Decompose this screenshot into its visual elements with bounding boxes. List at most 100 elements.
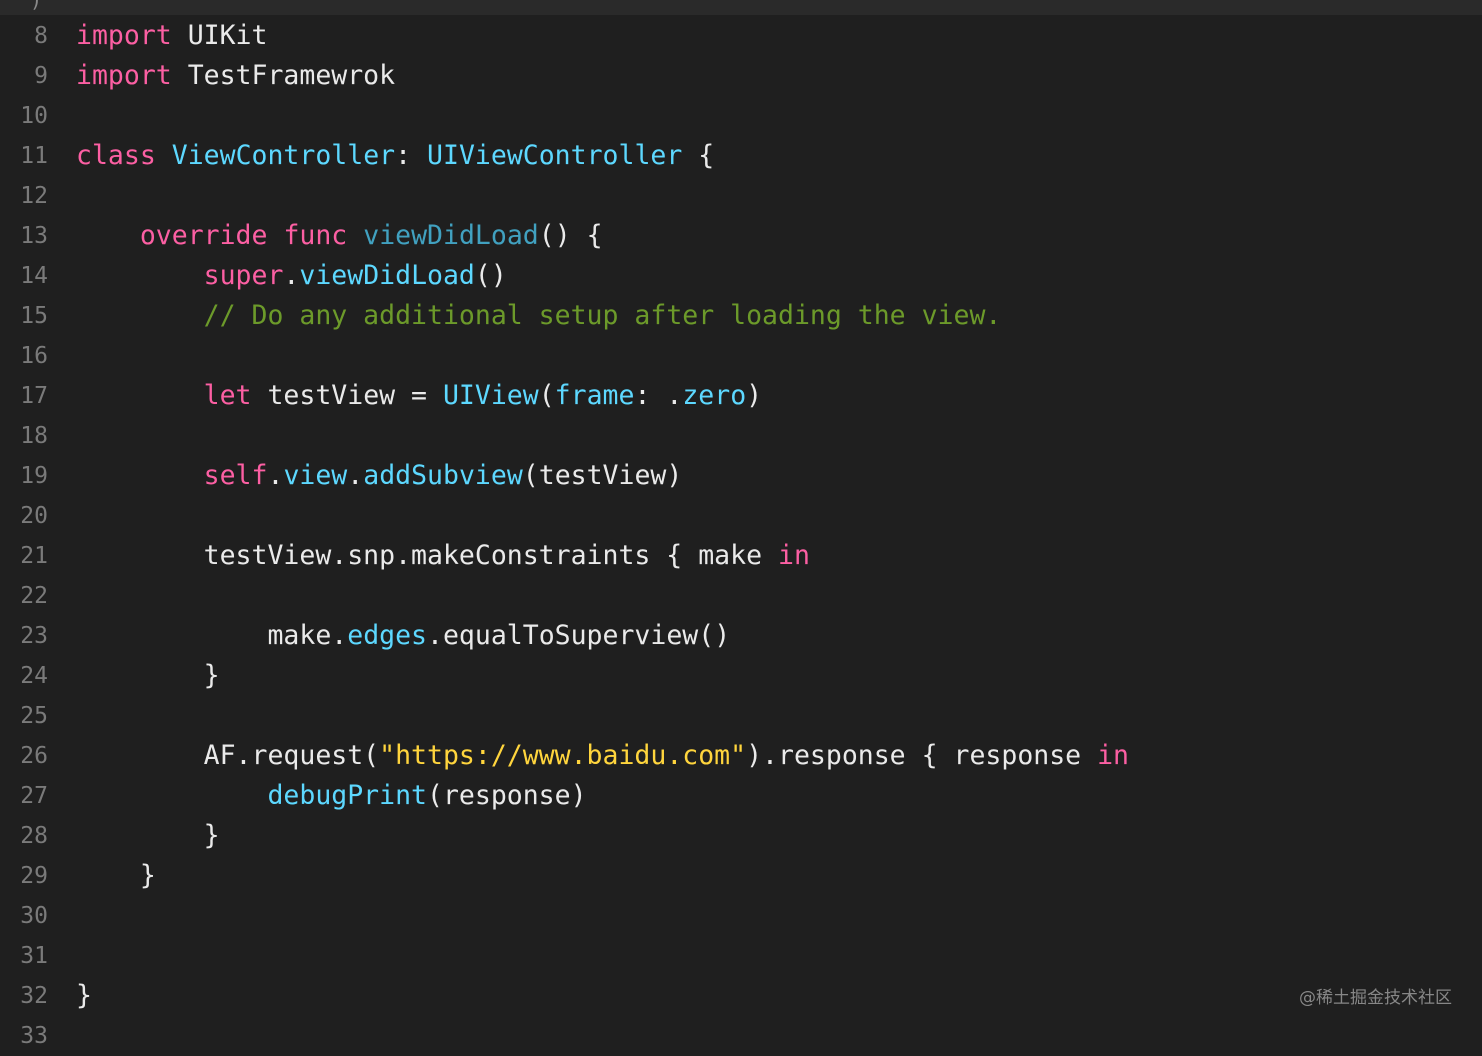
code-text[interactable]: super.viewDidLoad(): [76, 256, 507, 296]
code-line[interactable]: 23 make.edges.equalToSuperview(): [0, 616, 1482, 656]
line-number: 17: [20, 383, 48, 409]
code-text[interactable]: // Do any additional setup after loading…: [76, 296, 1002, 336]
code-line[interactable]: 19 self.view.addSubview(testView): [0, 456, 1482, 496]
line-number: 13: [20, 223, 48, 249]
code-token: func: [283, 220, 348, 251]
code-token: (response): [427, 780, 587, 811]
code-text[interactable]: let testView = UIView(frame: .zero): [76, 376, 762, 416]
code-token: .: [347, 460, 364, 491]
line-number: 16: [20, 343, 48, 369]
code-text[interactable]: testView.snp.makeConstraints { make in: [76, 536, 810, 576]
code-line[interactable]: 12: [0, 176, 1482, 216]
line-number: 14: [20, 263, 48, 289]
code-token: :: [395, 140, 428, 171]
code-token: addSubview: [363, 460, 523, 491]
code-line[interactable]: 21 testView.snp.makeConstraints { make i…: [0, 536, 1482, 576]
code-line[interactable]: 28 }: [0, 816, 1482, 856]
line-number: 23: [20, 623, 48, 649]
code-text[interactable]: override func viewDidLoad() {: [76, 216, 603, 256]
code-token: testView =: [251, 380, 443, 411]
code-line[interactable]: 31: [0, 936, 1482, 976]
line-number: 11: [20, 143, 48, 169]
line-number: 22: [20, 583, 48, 609]
line-number: 15: [20, 303, 48, 329]
line-number: 25: [20, 703, 48, 729]
code-line[interactable]: 26 AF.request("https://www.baidu.com").r…: [0, 736, 1482, 776]
code-editor[interactable]: 8 import UIKit 9 import TestFramewrok 10 11 cl…: [0, 16, 1482, 1049]
code-token: .: [267, 460, 284, 491]
code-token: }: [76, 860, 156, 891]
code-token: in: [778, 540, 810, 571]
code-token: class: [76, 140, 156, 171]
code-line[interactable]: 25: [0, 696, 1482, 736]
code-line[interactable]: 16: [0, 336, 1482, 376]
line-number: 10: [20, 103, 48, 129]
code-token: }: [76, 820, 220, 851]
code-text[interactable]: }: [76, 976, 92, 1016]
code-text[interactable]: make.edges.equalToSuperview(): [76, 616, 730, 656]
code-line[interactable]: 29 }: [0, 856, 1482, 896]
code-line[interactable]: 18: [0, 416, 1482, 456]
previous-line-fragment: ): [30, 0, 43, 12]
code-text[interactable]: }: [76, 816, 220, 856]
code-line[interactable]: 13 override func viewDidLoad() {: [0, 216, 1482, 256]
code-token: UIViewController: [427, 140, 683, 171]
code-line[interactable]: 14 super.viewDidLoad(): [0, 256, 1482, 296]
code-token: view: [283, 460, 348, 491]
code-token: debugPrint: [267, 780, 427, 811]
code-token: testView.snp.makeConstraints { make: [76, 540, 778, 571]
code-text[interactable]: import TestFramewrok: [76, 56, 395, 96]
line-number: 8: [34, 23, 48, 49]
code-line[interactable]: 32}: [0, 976, 1482, 1016]
code-token: TestFramewrok: [171, 60, 396, 91]
code-line[interactable]: 22: [0, 576, 1482, 616]
code-line[interactable]: 24 }: [0, 656, 1482, 696]
line-number: 33: [20, 1023, 48, 1049]
code-token: UIView: [442, 380, 539, 411]
code-line[interactable]: 15 // Do any additional setup after load…: [0, 296, 1482, 336]
code-line[interactable]: 9 import TestFramewrok: [0, 56, 1482, 96]
code-line[interactable]: 33: [0, 1016, 1482, 1056]
line-number: 32: [20, 983, 48, 1009]
line-number: 18: [20, 423, 48, 449]
code-token: .: [283, 260, 300, 291]
code-token: let: [203, 380, 252, 411]
code-token: {: [682, 140, 715, 171]
code-line[interactable]: 8 import UIKit: [0, 16, 1482, 56]
code-token: ViewController: [171, 140, 396, 171]
code-text[interactable]: import UIKit: [76, 16, 267, 56]
code-token: (testView): [522, 460, 683, 491]
code-token: import: [76, 60, 172, 91]
code-token: override: [139, 220, 268, 251]
code-line[interactable]: 11 class ViewController: UIViewController…: [0, 136, 1482, 176]
code-line[interactable]: 17 let testView = UIView(frame: .zero): [0, 376, 1482, 416]
code-text[interactable]: debugPrint(response): [76, 776, 587, 816]
code-token: }: [76, 660, 220, 691]
code-token: self: [203, 460, 268, 491]
code-line[interactable]: 27 debugPrint(response): [0, 776, 1482, 816]
code-text[interactable]: AF.request("https://www.baidu.com").resp…: [76, 736, 1129, 776]
line-number: 31: [20, 943, 48, 969]
code-text[interactable]: }: [76, 856, 156, 896]
code-token: frame: [554, 380, 635, 411]
code-text[interactable]: }: [76, 656, 220, 696]
code-token: super: [203, 260, 284, 291]
line-number: 19: [20, 463, 48, 489]
line-number: 29: [20, 863, 48, 889]
line-number: 9: [34, 63, 48, 89]
code-token: "https://www.baidu.com": [379, 740, 747, 771]
code-line[interactable]: 10: [0, 96, 1482, 136]
line-number: 28: [20, 823, 48, 849]
code-line[interactable]: 30: [0, 896, 1482, 936]
code-token: (): [474, 260, 507, 291]
code-line[interactable]: 20: [0, 496, 1482, 536]
code-token: edges: [347, 620, 428, 651]
code-token: }: [76, 980, 92, 1011]
code-text[interactable]: class ViewController: UIViewController {: [76, 136, 714, 176]
code-text[interactable]: self.view.addSubview(testView): [76, 456, 683, 496]
